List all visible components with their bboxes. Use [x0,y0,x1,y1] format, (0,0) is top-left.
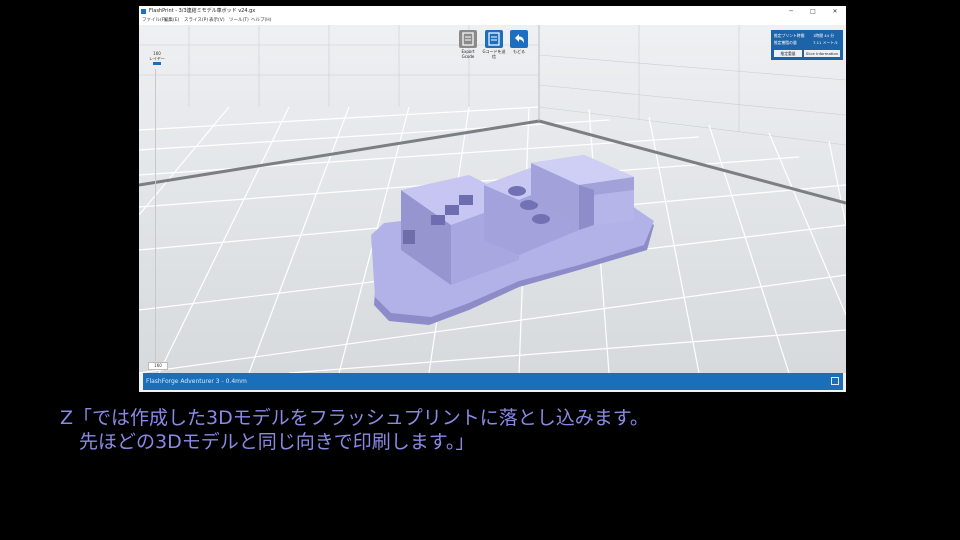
subtitle-caption: Z「では作成した3Dモデルをフラッシュプリントに落とし込みます。 先ほどの3Dモ… [60,406,940,454]
status-bar: FlashForge Adventurer 3 - 0.4mm [143,373,843,390]
layer-bottom-value: 160 [148,362,168,370]
slice-info-panel: 推定プリント時間 1時間 44 分 推定樹脂の量 7.11 メートル 推定重量 … [771,30,843,60]
slice-information-button[interactable]: Slice Information [804,50,840,57]
title-bar: FlashPrint - 3/3連結ミモデル車ボッド v24.gx ─ □ ✕ [139,6,846,17]
filament-value: 7.11 メートル [813,40,838,45]
settings-icon[interactable] [831,377,839,385]
build-plate-scene [139,25,846,373]
export-icon [462,32,474,46]
menu-edit[interactable]: 編集(E) [164,17,179,25]
minimize-button[interactable]: ─ [780,6,802,17]
export-gcode-button[interactable] [459,30,477,48]
menu-help[interactable]: ヘルプ(H) [251,17,271,25]
app-icon [141,9,146,14]
layer-slider[interactable]: 160 レイヤー [147,51,167,65]
menu-file[interactable]: ファイル(F) [142,17,166,25]
window-title: FlashPrint - 3/3連結ミモデル車ボッド v24.gx [149,8,256,14]
layer-label: レイヤー [149,56,165,61]
3d-viewport[interactable]: 160 レイヤー 160 Export Gcode Gコードを送 信 もどる 推… [139,25,846,373]
send-icon [488,32,500,46]
undo-arrow-icon [515,34,524,43]
print-time-value: 1時間 44 分 [813,33,835,38]
print-time-label: 推定プリント時間 [774,33,805,38]
layer-slider-track[interactable] [155,69,156,361]
subtitle-line-2: 先ほどの3Dモデルと同じ向きで印刷します。」 [60,431,475,453]
menu-tools[interactable]: ツール(T) [229,17,249,25]
filament-label: 推定樹脂の量 [774,40,797,45]
menu-view[interactable]: 表示(V) [209,17,225,25]
estimate-weight-button[interactable]: 推定重量 [774,50,802,57]
flashprint-window: FlashPrint - 3/3連結ミモデル車ボッド v24.gx ─ □ ✕ … [139,6,846,392]
maximize-button[interactable]: □ [802,6,824,17]
layer-slider-handle[interactable] [153,62,161,65]
send-label-line2: 信 [492,54,496,59]
menu-slice[interactable]: スライス(P) [184,17,208,25]
menu-bar: ファイル(F) 編集(E) スライス(P) 表示(V) ツール(T) ヘルプ(H… [139,17,846,25]
back-label: もどる [513,49,525,54]
back-button[interactable] [510,30,528,48]
subtitle-line-1: Z「では作成した3Dモデルをフラッシュプリントに落とし込みます。 [60,407,649,429]
close-button[interactable]: ✕ [824,6,846,17]
printer-status: FlashForge Adventurer 3 - 0.4mm [146,378,247,385]
send-gcode-button[interactable] [485,30,503,48]
